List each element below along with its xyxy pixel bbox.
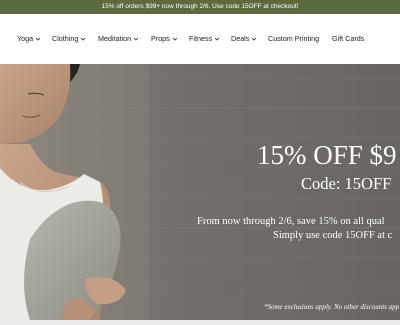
section-divider xyxy=(0,320,400,325)
nav-menu: Yoga Clothing Meditation Props Fitness D… xyxy=(0,14,400,64)
chevron-down-icon xyxy=(251,36,257,42)
nav-item-label: Custom Printing xyxy=(268,34,320,43)
hero-promo-code: Code: 15OFF xyxy=(301,174,392,193)
nav-item-label: Deals xyxy=(231,34,250,43)
nav-item-deals[interactable]: Deals xyxy=(231,33,257,45)
chevron-down-icon xyxy=(172,36,178,42)
chevron-down-icon xyxy=(133,36,139,42)
nav-item-props[interactable]: Props xyxy=(151,33,178,45)
nav-item-label: Meditation xyxy=(98,34,132,43)
chevron-down-icon xyxy=(35,36,41,42)
hero-title: 15% OFF $9 xyxy=(257,140,397,170)
hero-disclaimer: *Some exclusions apply. No other discoun… xyxy=(264,303,400,311)
nav-item-label: Fitness xyxy=(189,34,213,43)
nav-item-clothing[interactable]: Clothing xyxy=(52,33,86,45)
hero-banner[interactable]: 15% OFF $9 Code: 15OFF From now through … xyxy=(0,64,400,320)
hero-description-line-2: Simply use code 15OFF at c xyxy=(273,230,393,241)
nav-item-label: Props xyxy=(151,34,170,43)
main-navigation: Yoga Clothing Meditation Props Fitness D… xyxy=(0,14,400,64)
announcement-bar: 15% off orders $99+ now through 2/6. Use… xyxy=(0,0,400,14)
nav-item-fitness[interactable]: Fitness xyxy=(189,33,220,45)
announcement-text: 15% off orders $99+ now through 2/6. Use… xyxy=(101,3,299,10)
nav-item-label: Clothing xyxy=(52,34,79,43)
nav-item-label: Gift Cards xyxy=(332,34,365,43)
nav-item-custom-printing[interactable]: Custom Printing xyxy=(268,33,319,45)
chevron-down-icon xyxy=(214,36,220,42)
nav-item-yoga[interactable]: Yoga xyxy=(17,33,41,45)
nav-item-gift-cards[interactable]: Gift Cards xyxy=(332,33,364,45)
nav-item-label: Yoga xyxy=(17,34,34,43)
nav-item-meditation[interactable]: Meditation xyxy=(98,33,139,45)
chevron-down-icon xyxy=(80,36,86,42)
hero-description-line-1: From now through 2/6, save 15% on all qu… xyxy=(197,216,385,227)
